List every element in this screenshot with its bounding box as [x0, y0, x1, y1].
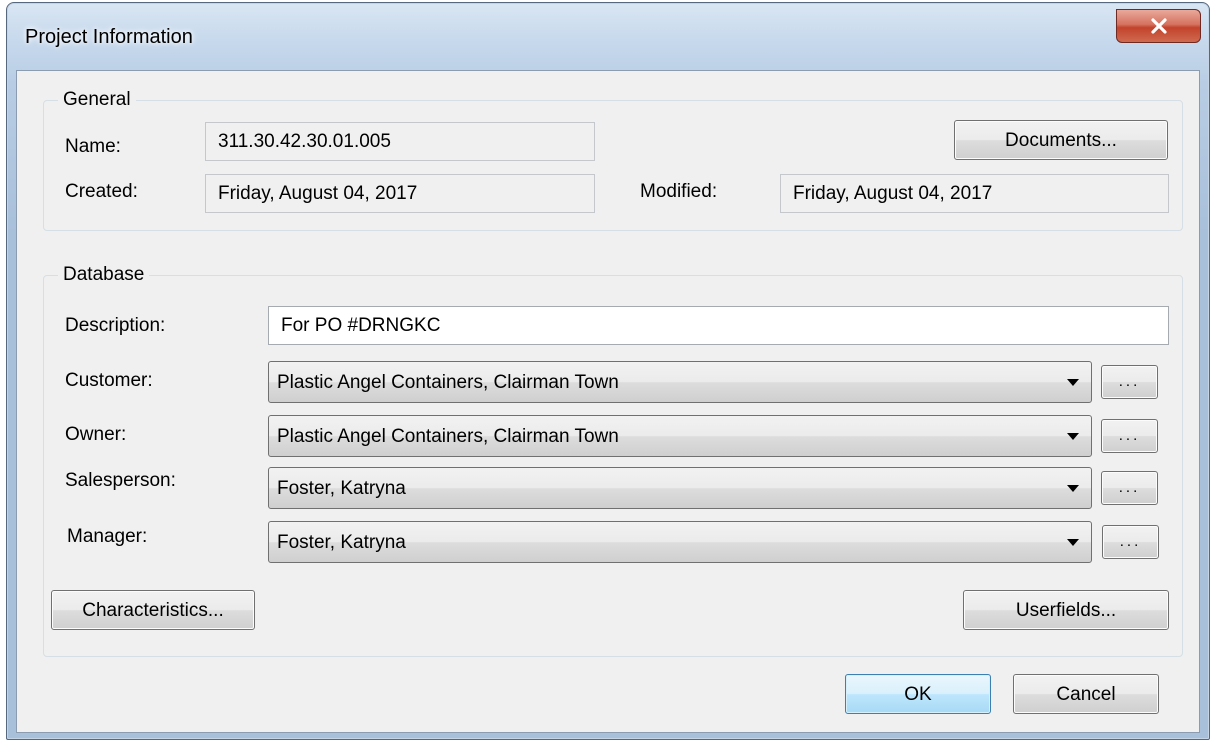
manager-select[interactable]: Foster, Katryna — [268, 521, 1092, 563]
characteristics-button[interactable]: Characteristics... — [51, 590, 255, 630]
manager-label: Manager: — [67, 526, 148, 547]
description-input[interactable]: For PO #DRNGKC — [268, 306, 1169, 345]
name-label: Name: — [65, 136, 121, 157]
documents-button[interactable]: Documents... — [954, 120, 1168, 160]
title-bar[interactable]: Project Information — [7, 3, 1209, 75]
close-button[interactable] — [1116, 9, 1201, 43]
description-label: Description: — [65, 315, 166, 336]
salesperson-browse-button[interactable]: ... — [1101, 471, 1158, 505]
customer-select-value: Plastic Angel Containers, Clairman Town — [277, 372, 619, 393]
modified-field[interactable]: Friday, August 04, 2017 — [780, 174, 1169, 213]
customer-select[interactable]: Plastic Angel Containers, Clairman Town — [268, 361, 1092, 403]
chevron-down-icon — [1067, 539, 1079, 546]
salesperson-select[interactable]: Foster, Katryna — [268, 467, 1092, 509]
project-information-dialog: Project Information General Name: 311.30… — [6, 2, 1210, 740]
owner-select[interactable]: Plastic Angel Containers, Clairman Town — [268, 415, 1092, 457]
cancel-button[interactable]: Cancel — [1013, 674, 1159, 714]
customer-label: Customer: — [65, 370, 153, 391]
modified-label: Modified: — [640, 181, 718, 202]
database-legend: Database — [58, 263, 150, 287]
userfields-button[interactable]: Userfields... — [963, 590, 1169, 630]
manager-browse-button[interactable]: ... — [1102, 525, 1159, 559]
customer-browse-button[interactable]: ... — [1101, 365, 1158, 399]
salesperson-select-value: Foster, Katryna — [277, 478, 406, 499]
dialog-body: General Name: 311.30.42.30.01.005 Create… — [16, 70, 1200, 733]
created-field[interactable]: Friday, August 04, 2017 — [205, 174, 595, 213]
owner-select-value: Plastic Angel Containers, Clairman Town — [277, 426, 619, 447]
chevron-down-icon — [1067, 379, 1079, 386]
manager-select-value: Foster, Katryna — [277, 532, 406, 553]
chevron-down-icon — [1067, 485, 1079, 492]
close-icon — [1150, 18, 1167, 34]
window-title: Project Information — [25, 26, 193, 48]
salesperson-label: Salesperson: — [65, 470, 176, 491]
general-legend: General — [58, 88, 136, 112]
owner-browse-button[interactable]: ... — [1101, 419, 1158, 453]
owner-label: Owner: — [65, 424, 127, 445]
chevron-down-icon — [1067, 433, 1079, 440]
ok-button[interactable]: OK — [845, 674, 991, 714]
created-label: Created: — [65, 181, 138, 202]
name-field[interactable]: 311.30.42.30.01.005 — [205, 122, 595, 161]
